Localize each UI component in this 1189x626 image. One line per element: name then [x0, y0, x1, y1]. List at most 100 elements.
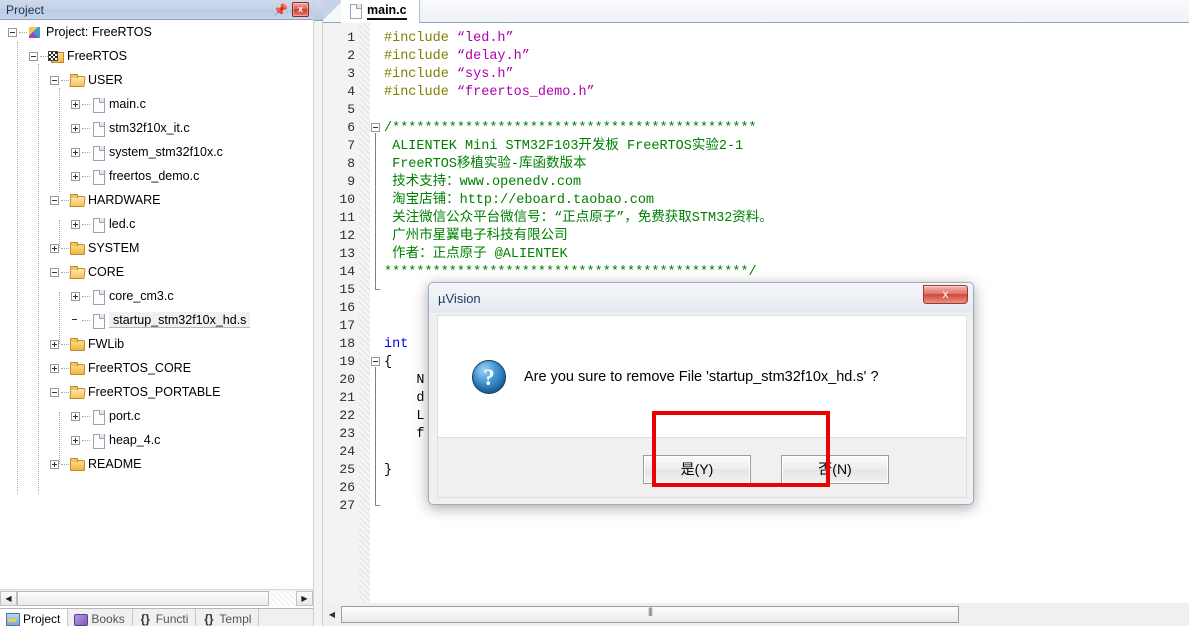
- scroll-track[interactable]: [17, 590, 296, 606]
- tree-connector: [82, 175, 90, 177]
- scroll-right-icon[interactable]: ▶: [296, 590, 313, 606]
- expand-icon[interactable]: [50, 243, 59, 253]
- tab-label: main.c: [367, 3, 407, 20]
- project-panel-titlebar: Project 📌 x: [0, 0, 313, 20]
- tree-item[interactable]: heap_4.c: [71, 428, 160, 452]
- collapse-icon[interactable]: [50, 387, 59, 397]
- fold-toggle-icon[interactable]: [371, 123, 380, 132]
- project-tree-hscrollbar[interactable]: ◀ ▶: [0, 589, 313, 606]
- code-line[interactable]: 淘宝店铺：http://eboard.taobao.com: [384, 192, 654, 210]
- code-line[interactable]: ALIENTEK Mini STM32F103开发板 FreeRTOS实验2-1: [384, 138, 743, 156]
- project-tree[interactable]: Project: FreeRTOS FreeRTOS USER main.c stm32…: [0, 20, 313, 598]
- line-number: 8: [347, 156, 355, 171]
- panel-bottom-tabs[interactable]: Project Books {} Functi {} Templ: [0, 608, 313, 626]
- tree-item[interactable]: FWLib: [50, 332, 124, 356]
- tree-item[interactable]: core_cm3.c: [71, 284, 174, 308]
- code-line[interactable]: 作者：正点原子 @ALIENTEK: [384, 246, 568, 264]
- code-line[interactable]: }: [384, 462, 392, 480]
- tree-item[interactable]: USER: [50, 68, 123, 92]
- yes-button[interactable]: 是(Y): [643, 455, 751, 484]
- code-line[interactable]: #include “delay.h”: [384, 48, 530, 66]
- code-line[interactable]: FreeRTOS移植实验-库函数版本: [384, 156, 586, 174]
- tree-item[interactable]: freertos_demo.c: [71, 164, 199, 188]
- collapse-icon[interactable]: [29, 51, 38, 61]
- line-number: 3: [347, 66, 355, 81]
- expand-icon[interactable]: [71, 435, 80, 445]
- tree-item[interactable]: Project: FreeRTOS: [8, 20, 152, 44]
- expand-icon[interactable]: [71, 171, 80, 181]
- code-line[interactable]: #include “sys.h”: [384, 66, 514, 84]
- expand-icon[interactable]: [71, 123, 80, 133]
- code-line[interactable]: ****************************************…: [384, 264, 757, 282]
- expand-icon[interactable]: [71, 99, 80, 109]
- code-line[interactable]: 技术支持：www.openedv.com: [384, 174, 581, 192]
- code-folding-column[interactable]: [370, 23, 384, 603]
- expand-icon[interactable]: [71, 219, 80, 229]
- tree-item[interactable]: startup_stm32f10x_hd.s: [71, 308, 251, 332]
- tree-item[interactable]: HARDWARE: [50, 188, 160, 212]
- expand-icon[interactable]: [50, 363, 59, 373]
- code-line[interactable]: N: [384, 372, 425, 390]
- close-icon[interactable]: x: [292, 2, 309, 17]
- editor-hscrollbar[interactable]: ◀: [323, 603, 1189, 626]
- bottom-tab-templ[interactable]: {} Templ: [196, 609, 260, 626]
- tree-item[interactable]: README: [50, 452, 141, 476]
- tree-item[interactable]: FreeRTOS: [29, 44, 127, 68]
- expand-icon[interactable]: [71, 147, 80, 157]
- code-line[interactable]: f: [384, 426, 424, 444]
- pin-icon[interactable]: 📌: [273, 2, 290, 18]
- collapse-icon[interactable]: [50, 75, 59, 85]
- tree-item[interactable]: main.c: [71, 92, 146, 116]
- code-line[interactable]: #include “led.h”: [384, 30, 514, 48]
- code-line[interactable]: {: [384, 354, 392, 372]
- expand-icon[interactable]: [71, 291, 80, 301]
- expand-icon[interactable]: [50, 339, 59, 349]
- code-line[interactable]: /***************************************…: [384, 120, 757, 138]
- fold-region-end: [375, 289, 380, 290]
- project-tab-icon: [5, 612, 20, 626]
- tree-item-label: core_cm3.c: [109, 289, 174, 303]
- expand-icon[interactable]: [71, 411, 80, 421]
- close-icon[interactable]: x: [923, 285, 968, 304]
- confirm-remove-dialog[interactable]: µVision x ? Are you sure to remove File …: [428, 282, 974, 505]
- bottom-tab-project[interactable]: Project: [0, 609, 69, 626]
- tree-item[interactable]: FreeRTOS_PORTABLE: [50, 380, 220, 404]
- code-line[interactable]: d: [384, 390, 424, 408]
- tree-item-label: startup_stm32f10x_hd.s: [109, 312, 251, 328]
- collapse-icon[interactable]: [8, 27, 17, 37]
- tree-item[interactable]: FreeRTOS_CORE: [50, 356, 191, 380]
- no-button[interactable]: 否(N): [781, 455, 889, 484]
- line-number: 10: [339, 192, 355, 207]
- code-line[interactable]: int: [384, 336, 408, 354]
- tree-item[interactable]: SYSTEM: [50, 236, 139, 260]
- tree-item[interactable]: port.c: [71, 404, 140, 428]
- scroll-left-icon[interactable]: ◀: [0, 590, 17, 606]
- line-number: 14: [339, 264, 355, 279]
- code-line[interactable]: 关注微信公众平台微信号：“正点原子”，免费获取STM32资料。: [384, 210, 773, 228]
- tree-item[interactable]: system_stm32f10x.c: [71, 140, 223, 164]
- code-line[interactable]: L: [384, 408, 424, 426]
- tree-item[interactable]: led.c: [71, 212, 135, 236]
- dialog-title: µVision: [438, 290, 481, 306]
- expand-icon[interactable]: [50, 459, 59, 469]
- vertical-splitter[interactable]: [313, 0, 324, 626]
- tree-item[interactable]: CORE: [50, 260, 124, 284]
- tree-item[interactable]: stm32f10x_it.c: [71, 116, 190, 140]
- collapse-icon[interactable]: [50, 195, 59, 205]
- tab-main-c[interactable]: main.c: [341, 0, 420, 23]
- bottom-tab-books[interactable]: Books: [68, 609, 133, 626]
- collapse-icon[interactable]: [50, 267, 59, 277]
- fold-toggle-icon[interactable]: [371, 357, 380, 366]
- bottom-tab-functi[interactable]: {} Functi: [133, 609, 197, 626]
- scroll-thumb[interactable]: [17, 590, 269, 606]
- code-token: N: [384, 373, 425, 388]
- tree-item-label: SYSTEM: [88, 241, 140, 255]
- line-number: 6: [347, 120, 355, 135]
- code-line[interactable]: 广州市星翼电子科技有限公司: [384, 228, 568, 246]
- scroll-left-icon[interactable]: ◀: [325, 607, 339, 623]
- scroll-thumb[interactable]: [341, 606, 959, 623]
- editor-tabstrip: main.c: [323, 0, 1189, 23]
- code-line[interactable]: #include “freertos_demo.h”: [384, 84, 595, 102]
- tabstrip-filler: [423, 0, 1189, 22]
- tree-connector: [61, 463, 69, 465]
